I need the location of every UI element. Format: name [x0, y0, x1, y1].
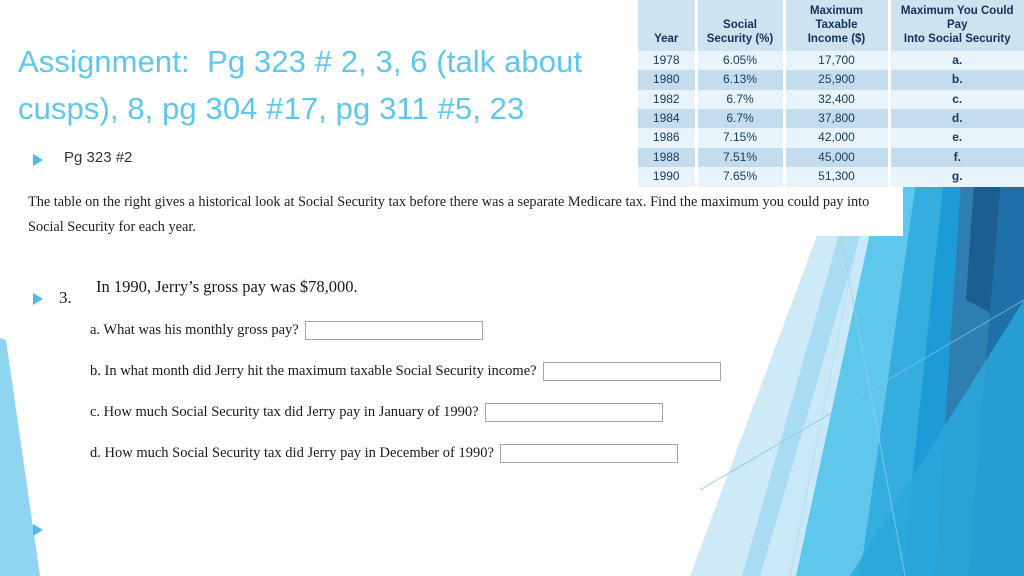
decor-hairline-diagonal-1 — [699, 299, 1024, 491]
cell-pay: g. — [889, 167, 1024, 187]
table-row: 1990 7.65% 51,300 g. — [638, 167, 1024, 187]
question3-part-a-answer-input[interactable] — [304, 321, 483, 340]
cell-pay: f. — [889, 147, 1024, 168]
triangle-bullet-icon — [33, 293, 43, 305]
cell-pay: b. — [889, 70, 1024, 90]
cell-year: 1982 — [638, 89, 698, 110]
bullet-item-empty — [33, 519, 64, 536]
cell-income: 17,700 — [784, 51, 891, 71]
decor-azure-wedge — [902, 168, 1024, 576]
decor-deep-navy-block — [966, 168, 1024, 330]
cell-income: 45,000 — [784, 147, 891, 168]
question3-part-b: b. In what month did Jerry hit the maxim… — [90, 362, 721, 381]
question3-part-d-answer-input[interactable] — [499, 444, 678, 463]
question3-part-d-label: d. How much Social Security tax did Jerr… — [90, 445, 494, 461]
decor-bottom-sky — [850, 300, 1024, 576]
paragraph-text: The table on the right gives a historica… — [28, 194, 870, 235]
cell-income: 51,300 — [784, 167, 891, 187]
cell-rate: 6.7% — [696, 109, 786, 129]
cell-year: 1984 — [638, 109, 698, 129]
cell-year: 1980 — [638, 70, 698, 90]
table-row: 1984 6.7% 37,800 d. — [638, 109, 1024, 129]
decor-left-triangle — [0, 338, 40, 576]
question3-stem: In 1990, Jerry’s gross pay was $78,000. — [96, 277, 358, 296]
slide-title: Assignment: Pg 323 # 2, 3, 6 (talk about… — [18, 44, 591, 127]
cell-income: 25,900 — [784, 70, 891, 90]
bullet-item-pg323: Pg 323 #2 — [33, 149, 132, 167]
question3-part-a-label: a. What was his monthly gross pay? — [90, 322, 299, 338]
cell-pay: a. — [889, 51, 1024, 71]
table-header-row: Year Social Security (%) Maximum Taxable… — [638, 0, 1024, 52]
question3-part-b-label: b. In what month did Jerry hit the maxim… — [90, 363, 537, 379]
table-header-year: Year — [638, 0, 698, 52]
table-header-social-security-pct: Social Security (%) — [696, 0, 786, 52]
cell-income: 42,000 — [784, 128, 891, 148]
triangle-bullet-icon — [33, 154, 43, 166]
cell-pay: c. — [889, 89, 1024, 110]
cell-income: 32,400 — [784, 89, 891, 110]
cell-pay: d. — [889, 109, 1024, 129]
table-row: 1986 7.15% 42,000 e. — [638, 128, 1024, 148]
social-security-table: Year Social Security (%) Maximum Taxable… — [638, 0, 1024, 187]
cell-rate: 6.7% — [696, 89, 786, 110]
powerpoint-slide: Assignment: Pg 323 # 2, 3, 6 (talk about… — [0, 0, 1024, 576]
cell-rate: 7.15% — [696, 128, 786, 148]
cell-year: 1990 — [638, 167, 698, 187]
question3-part-c-answer-input[interactable] — [484, 403, 663, 422]
table-row: 1978 6.05% 17,700 a. — [638, 51, 1024, 71]
bullet-item-question3: 3. — [33, 288, 72, 308]
cell-rate: 7.51% — [696, 147, 786, 168]
question3-part-c: c. How much Social Security tax did Jerr… — [90, 403, 663, 422]
bullet-label-pg323: Pg 323 #2 — [64, 149, 133, 166]
question3-part-a: a. What was his monthly gross pay? — [90, 321, 483, 340]
table-header-max-you-could-pay: Maximum You Could Pay Into Social Securi… — [889, 0, 1024, 52]
social-security-table-container: Year Social Security (%) Maximum Taxable… — [638, 0, 1024, 187]
cell-rate: 6.05% — [696, 51, 786, 71]
triangle-bullet-icon — [33, 524, 43, 536]
table-row: 1982 6.7% 32,400 c. — [638, 89, 1024, 110]
question3-part-b-answer-input[interactable] — [542, 362, 721, 381]
table-row: 1988 7.51% 45,000 f. — [638, 147, 1024, 168]
decor-steel-wedge — [935, 168, 1024, 576]
cell-rate: 7.65% — [696, 167, 786, 187]
question3-part-c-label: c. How much Social Security tax did Jerr… — [90, 404, 479, 420]
cell-income: 37,800 — [784, 109, 891, 129]
question3-part-d: d. How much Social Security tax did Jerr… — [90, 444, 678, 463]
cell-year: 1988 — [638, 147, 698, 168]
table-header-max-taxable-income: Maximum Taxable Income ($) — [784, 0, 891, 52]
table-row: 1980 6.13% 25,900 b. — [638, 70, 1024, 90]
cell-rate: 6.13% — [696, 70, 786, 90]
question3-number: 3. — [59, 288, 72, 307]
cell-year: 1978 — [638, 51, 698, 71]
cell-pay: e. — [889, 128, 1024, 148]
decor-navy-right — [968, 168, 1024, 576]
cell-year: 1986 — [638, 128, 698, 148]
